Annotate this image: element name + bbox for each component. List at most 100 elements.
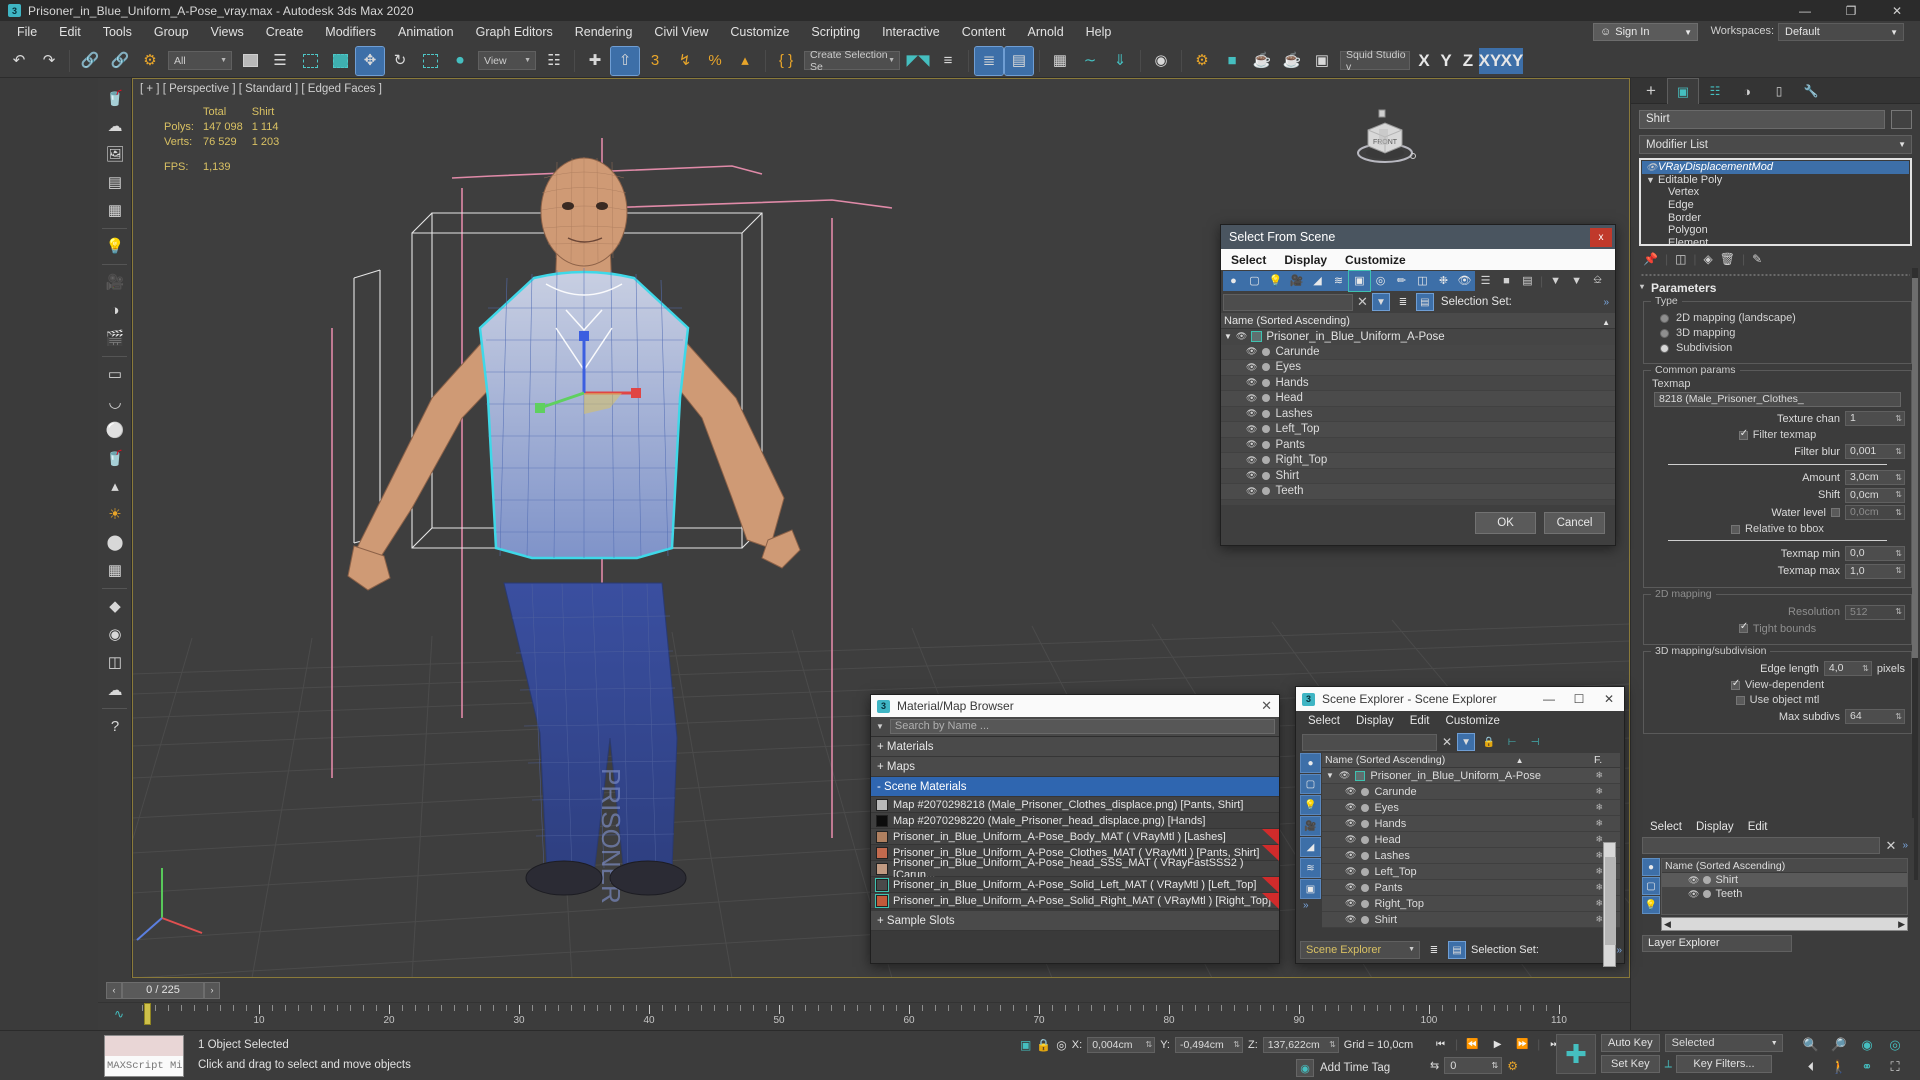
eye-icon[interactable]: 👁 bbox=[1688, 875, 1699, 886]
scroll-left-icon[interactable]: ◀ bbox=[1664, 919, 1671, 930]
checkbox-icon[interactable] bbox=[1738, 428, 1748, 440]
utilities-tab[interactable]: 🔧 bbox=[1795, 78, 1827, 104]
vray-physical-camera-icon[interactable]: 🎬 bbox=[101, 325, 129, 352]
freeze-dot-icon[interactable] bbox=[1361, 787, 1370, 796]
edit-named-selection-icon[interactable]: ▴ bbox=[731, 47, 759, 75]
maxscript-mini-listener[interactable]: MAXScript Mi bbox=[104, 1035, 184, 1077]
layer-horizontal-scrollbar[interactable]: ◀ ▶ bbox=[1661, 917, 1908, 931]
layer-list[interactable]: Name (Sorted Ascending) 👁 Shirt 👁 Teeth bbox=[1661, 858, 1908, 915]
angle-snap-toggle-icon[interactable]: ⇧ bbox=[610, 45, 640, 76]
minimize-button[interactable]: — bbox=[1782, 0, 1828, 21]
max-subdivs-spinner[interactable]: 64 ⇅ bbox=[1845, 709, 1905, 724]
stack-item-vraydisplacementmod[interactable]: 👁 VRayDisplacementMod bbox=[1642, 161, 1909, 174]
menu-views[interactable]: Views bbox=[200, 21, 255, 44]
radio-icon[interactable] bbox=[1660, 313, 1669, 323]
eye-icon[interactable]: 👁 bbox=[1246, 424, 1257, 435]
viewport-label[interactable]: [ + ] [ Perspective ] [ Standard ] [ Edg… bbox=[140, 83, 382, 95]
axis-xy-cycle-button[interactable]: XY bbox=[1501, 47, 1523, 74]
minimize-button[interactable]: — bbox=[1534, 687, 1564, 711]
previous-frame-icon[interactable]: ⏪ bbox=[1462, 1035, 1483, 1053]
maxscript-output-pane[interactable] bbox=[105, 1036, 183, 1056]
find-filter-toggle-icon[interactable]: ▼ bbox=[1457, 733, 1476, 751]
se-item-pants[interactable]: 👁 Pants ❄ bbox=[1322, 880, 1620, 896]
menu-customize[interactable]: Customize bbox=[719, 21, 800, 44]
freeze-icon[interactable]: ❄ bbox=[1595, 850, 1603, 861]
freeze-dot-icon[interactable] bbox=[1262, 440, 1271, 449]
vray-sun-icon[interactable]: ☀ bbox=[101, 501, 129, 528]
filter-helpers-icon[interactable]: ◢ bbox=[1307, 271, 1328, 291]
selection-set-icon[interactable]: ▤ bbox=[1415, 293, 1434, 311]
set-key-big-button[interactable]: ✚ bbox=[1556, 1034, 1596, 1074]
filter-lights-icon[interactable]: 💡 bbox=[1300, 795, 1321, 815]
rectangular-selection-region-icon[interactable] bbox=[296, 47, 324, 75]
mirror-icon[interactable]: ◤◥ bbox=[904, 47, 932, 75]
align-icon[interactable]: ≡ bbox=[934, 47, 962, 75]
layer-menu-select[interactable]: Select bbox=[1650, 821, 1682, 833]
radio-icon[interactable] bbox=[1660, 343, 1669, 353]
reference-coordinate-select[interactable]: View ▼ bbox=[478, 51, 536, 70]
vray-camera-icon[interactable]: 🎥 bbox=[101, 269, 129, 296]
freeze-dot-icon[interactable] bbox=[1361, 883, 1370, 892]
select-and-move-icon[interactable]: ✥ bbox=[355, 45, 385, 76]
layer-row-shirt[interactable]: 👁 Shirt bbox=[1662, 873, 1907, 887]
sfs-item-shirt[interactable]: 👁 Shirt bbox=[1221, 468, 1615, 484]
view-cube[interactable]: FRONT bbox=[1352, 108, 1418, 166]
collapse-all-icon[interactable]: ⊣ bbox=[1526, 733, 1544, 751]
render-production-icon[interactable]: ☕ bbox=[1248, 47, 1276, 75]
spinner-arrows-icon[interactable]: ⇅ bbox=[1895, 567, 1902, 575]
select-from-scene-dialog[interactable]: Select From Scene x Select Display Custo… bbox=[1220, 224, 1616, 546]
time-tag-icon[interactable]: ◉ bbox=[1296, 1059, 1314, 1077]
sfs-column-header[interactable]: Name (Sorted Ascending) ▲ bbox=[1221, 313, 1615, 329]
vray-render-settings-icon[interactable]: ▦ bbox=[101, 197, 129, 224]
sfs-object-tree[interactable]: ▼ 👁 Prisoner_in_Blue_Uniform_A-Pose 👁 Car… bbox=[1221, 329, 1615, 505]
se-menu-select[interactable]: Select bbox=[1308, 715, 1340, 727]
se-item-right-top[interactable]: 👁 Right_Top ❄ bbox=[1322, 896, 1620, 912]
eye-icon[interactable]: 👁 bbox=[1345, 818, 1356, 829]
vray-ies-light-icon[interactable]: ▴ bbox=[101, 473, 129, 500]
type-option-3d[interactable]: 3D mapping bbox=[1660, 327, 1905, 339]
sfs-item-carunde[interactable]: 👁 Carunde bbox=[1221, 344, 1615, 360]
sfs-item-hands[interactable]: 👁 Hands bbox=[1221, 375, 1615, 391]
eye-icon[interactable]: 👁 bbox=[1688, 889, 1699, 900]
axis-xy-button[interactable]: XY bbox=[1479, 47, 1501, 74]
se-menu-customize[interactable]: Customize bbox=[1446, 715, 1500, 727]
menu-animation[interactable]: Animation bbox=[387, 21, 465, 44]
layer-explorer-select[interactable]: Layer Explorer bbox=[1642, 935, 1792, 952]
mmb-group-maps[interactable]: + Maps bbox=[871, 757, 1279, 777]
eye-icon[interactable]: 👁 bbox=[1345, 866, 1356, 877]
play-animation-icon[interactable]: ▶ bbox=[1487, 1035, 1508, 1053]
layer-column-header[interactable]: Name (Sorted Ascending) bbox=[1662, 859, 1907, 873]
command-panel-scroll-thumb[interactable] bbox=[1912, 278, 1918, 658]
expand-icon[interactable]: ▼ bbox=[1224, 332, 1232, 341]
spinner-arrows-icon[interactable]: ⇅ bbox=[1862, 664, 1869, 673]
freeze-dot-icon[interactable] bbox=[1262, 378, 1271, 387]
axis-y-button[interactable]: Y bbox=[1435, 48, 1457, 74]
vray-cloud-icon[interactable]: ☁ bbox=[101, 113, 129, 140]
eye-icon[interactable]: 👁 bbox=[1246, 439, 1257, 450]
zoom-extents-all-icon[interactable]: ◎ bbox=[1882, 1035, 1908, 1055]
texmap-min-spinner[interactable]: 0,0 ⇅ bbox=[1845, 546, 1905, 561]
radio-icon[interactable] bbox=[1660, 328, 1669, 338]
water-level-spinner[interactable]: 0,0cm ⇅ bbox=[1845, 505, 1905, 520]
y-field[interactable]: -0,494cm ⇅ bbox=[1174, 1037, 1243, 1053]
sfs-item-pants[interactable]: 👁 Pants bbox=[1221, 437, 1615, 453]
filter-shapes-icon[interactable]: ▢ bbox=[1642, 877, 1660, 895]
modifier-stack[interactable]: 👁 VRayDisplacementMod ▼ Editable Poly Ve… bbox=[1639, 158, 1912, 249]
texmap-button[interactable]: 8218 (Male_Prisoner_Clothes_ bbox=[1654, 392, 1901, 407]
select-and-scale-icon[interactable] bbox=[416, 47, 444, 75]
use-object-mtl-row[interactable]: Use object mtl bbox=[1650, 694, 1905, 706]
scene-root-icon[interactable]: ⎒ bbox=[1587, 271, 1608, 291]
filter-cameras-icon[interactable]: 🎥 bbox=[1300, 816, 1321, 836]
resolution-spinner[interactable]: 512 ⇅ bbox=[1845, 604, 1905, 620]
axis-x-button[interactable]: X bbox=[1413, 48, 1435, 74]
vray-decal-icon[interactable]: ◉ bbox=[101, 621, 129, 648]
filter-shapes-icon[interactable]: ▢ bbox=[1244, 271, 1265, 291]
mmb-scene-materials-list[interactable]: Map #2070298218 (Male_Prisoner_Clothes_d… bbox=[871, 797, 1279, 909]
mmb-group-materials[interactable]: + Materials bbox=[871, 737, 1279, 757]
ok-button[interactable]: OK bbox=[1475, 512, 1536, 534]
scene-explorer-icon[interactable]: ▤ bbox=[1004, 45, 1034, 76]
freeze-dot-icon[interactable] bbox=[1262, 425, 1271, 434]
sfs-item-head[interactable]: 👁 Head bbox=[1221, 391, 1615, 407]
freeze-icon[interactable]: ❄ bbox=[1595, 770, 1603, 781]
close-button[interactable]: ✕ bbox=[1874, 0, 1920, 21]
